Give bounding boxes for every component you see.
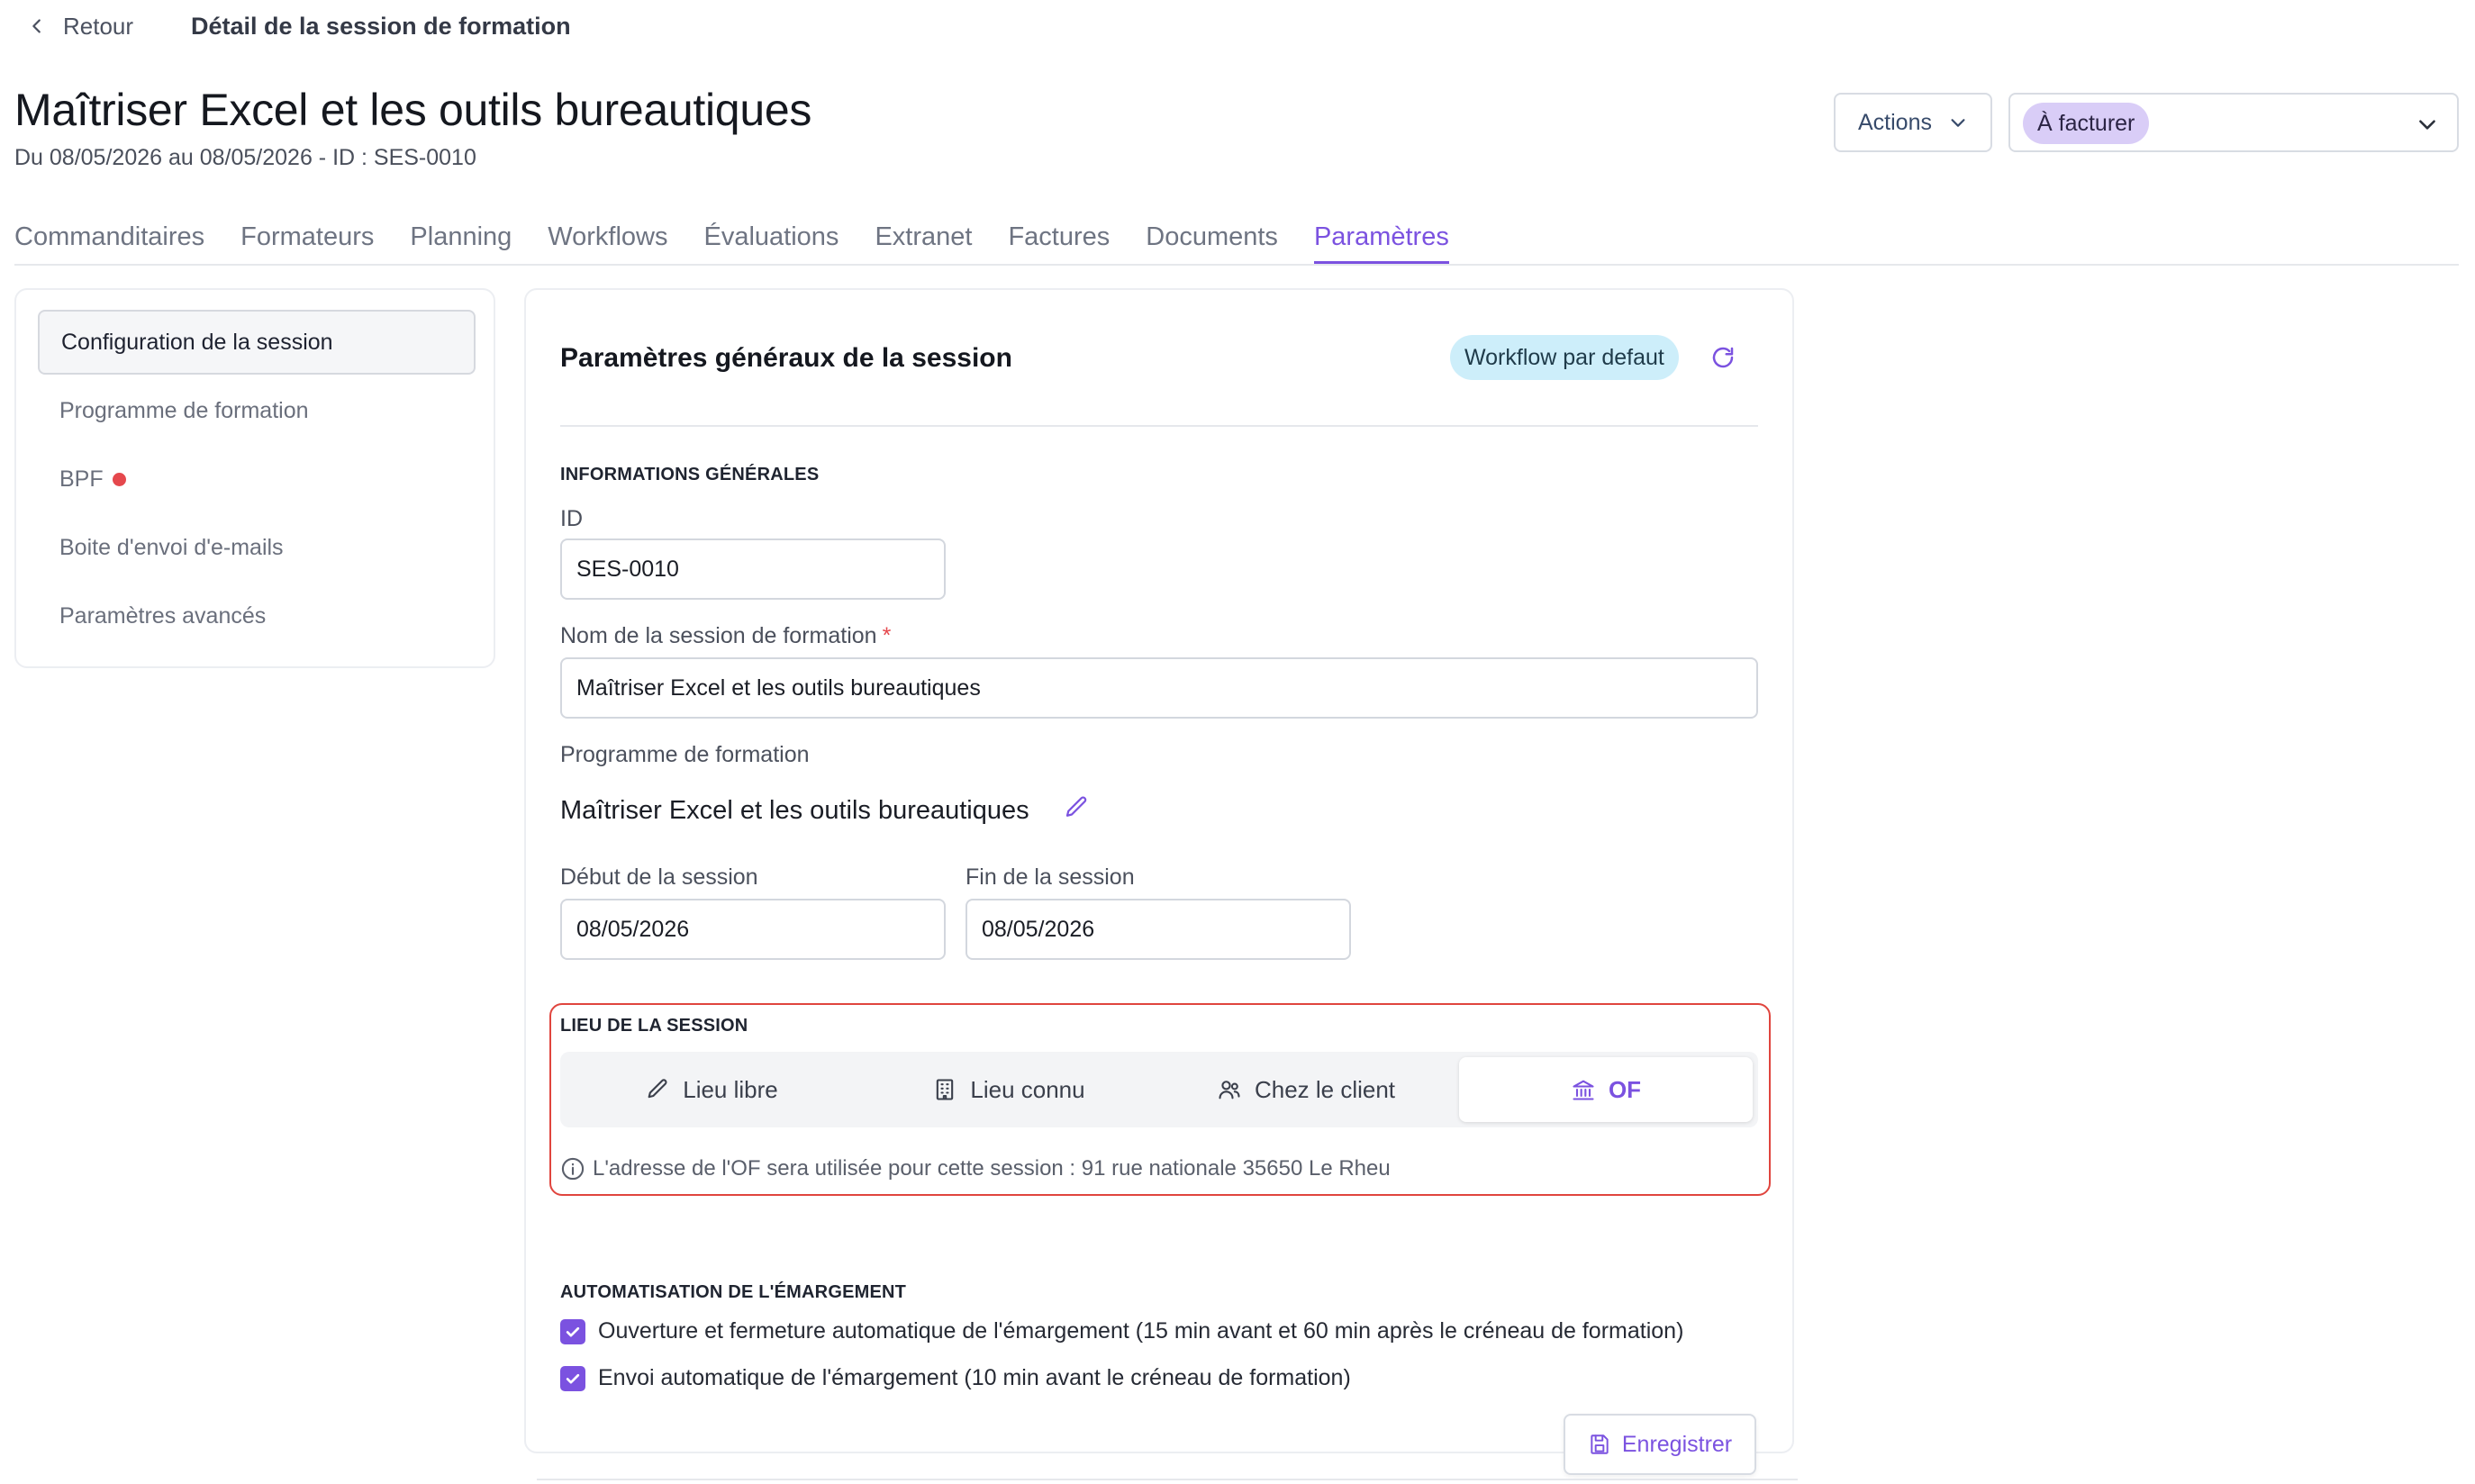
lieu-option-label: Chez le client xyxy=(1254,1075,1396,1103)
lieu-option-label: OF xyxy=(1608,1075,1642,1103)
end-date-field[interactable] xyxy=(966,899,1351,960)
start-date-label: Début de la session xyxy=(560,864,758,890)
tabs-divider xyxy=(14,264,2459,266)
building-icon xyxy=(937,1079,954,1100)
sidebar-item-configuration[interactable]: Configuration de la session xyxy=(38,310,476,375)
bottom-divider xyxy=(537,1479,1798,1480)
actions-label: Actions xyxy=(1858,109,1932,135)
sidebar-item-programme[interactable]: Programme de formation xyxy=(38,378,476,443)
info-icon xyxy=(561,1157,585,1181)
section-label-lieu: LIEU DE LA SESSION xyxy=(560,1016,748,1036)
sidebar-item-label: BPF xyxy=(59,466,104,492)
start-date-field[interactable] xyxy=(560,899,946,960)
lieu-info-text: L'adresse de l'OF sera utilisée pour cet… xyxy=(593,1156,1391,1181)
chevron-down-icon xyxy=(2419,120,2435,130)
tab-parametres[interactable]: Paramètres xyxy=(1313,216,1449,267)
checkbox-label: Ouverture et fermeture automatique de l'… xyxy=(598,1318,1684,1344)
chevron-down-icon xyxy=(1951,119,1965,127)
session-name-label-text: Nom de la session de formation xyxy=(560,623,877,648)
save-icon xyxy=(1591,1434,1609,1454)
lieu-option-libre[interactable]: Lieu libre xyxy=(566,1057,857,1122)
sidebar-item-label: Programme de formation xyxy=(59,397,309,423)
lieu-info: L'adresse de l'OF sera utilisée pour cet… xyxy=(560,1156,1391,1181)
back-link[interactable]: Retour xyxy=(27,11,133,41)
sidebar-item-bpf[interactable]: BPF xyxy=(38,447,476,511)
lieu-option-label: Lieu libre xyxy=(683,1075,778,1103)
refresh-icon[interactable] xyxy=(1709,344,1736,371)
workflow-badge: Workflow par defaut xyxy=(1450,335,1679,380)
breadcrumb-title: Détail de la session de formation xyxy=(191,13,571,40)
tab-documents[interactable]: Documents xyxy=(1146,216,1278,267)
auto-open-close-checkbox-row[interactable]: Ouverture et fermeture automatique de l'… xyxy=(560,1318,1683,1344)
tab-factures[interactable]: Factures xyxy=(1008,216,1110,267)
pencil-icon[interactable] xyxy=(1063,794,1090,821)
section-label-informations: INFORMATIONS GÉNÉRALES xyxy=(560,465,820,484)
tab-evaluations[interactable]: Évaluations xyxy=(704,216,839,267)
lieu-option-of[interactable]: OF xyxy=(1459,1057,1753,1122)
session-name-field[interactable] xyxy=(560,657,1758,719)
save-label: Enregistrer xyxy=(1621,1431,1733,1457)
end-date-label: Fin de la session xyxy=(966,864,1135,890)
tab-bar: Commanditaires Formateurs Planning Workf… xyxy=(14,216,1485,267)
section-label-automatisation: AUTOMATISATION DE L'ÉMARGEMENT xyxy=(560,1282,907,1302)
page-subtitle: Du 08/05/2026 au 08/05/2026 - ID : SES-0… xyxy=(14,145,476,170)
id-label: ID xyxy=(560,506,583,531)
status-badge: À facturer xyxy=(2023,103,2150,144)
lieu-option-client[interactable]: Chez le client xyxy=(1160,1057,1452,1122)
card-divider xyxy=(560,425,1758,427)
sidebar-item-advanced[interactable]: Paramètres avancés xyxy=(38,584,476,648)
alert-dot xyxy=(112,472,126,486)
users-icon xyxy=(1219,1081,1240,1099)
checkbox[interactable] xyxy=(560,1365,585,1391)
lieu-option-connu[interactable]: Lieu connu xyxy=(863,1057,1155,1122)
tab-planning[interactable]: Planning xyxy=(410,216,512,267)
sidebar-item-label: Configuration de la session xyxy=(61,329,333,355)
tab-commanditaires[interactable]: Commanditaires xyxy=(14,216,204,267)
checkbox[interactable] xyxy=(560,1318,585,1344)
program-value: Maîtriser Excel et les outils bureautiqu… xyxy=(560,796,1029,825)
chevron-left-icon xyxy=(32,19,41,33)
auto-send-checkbox-row[interactable]: Envoi automatique de l'émargement (10 mi… xyxy=(560,1365,1351,1391)
actions-button[interactable]: Actions xyxy=(1834,93,1992,152)
institution-icon xyxy=(1573,1080,1594,1100)
checkmark-icon xyxy=(566,1373,580,1383)
checkbox-label: Envoi automatique de l'émargement (10 mi… xyxy=(598,1365,1351,1390)
pencil-icon xyxy=(648,1079,667,1099)
tab-formateurs[interactable]: Formateurs xyxy=(240,216,374,267)
session-name-label: Nom de la session de formation * xyxy=(560,623,891,649)
back-label: Retour xyxy=(63,12,134,40)
sidebar-item-emails[interactable]: Boite d'envoi d'e-mails xyxy=(38,515,476,580)
settings-sidebar: Configuration de la session Programme de… xyxy=(14,288,495,668)
lieu-segmented-control: Lieu libre Lieu connu Chez le client OF xyxy=(560,1052,1758,1127)
page-title: Maîtriser Excel et les outils bureautiqu… xyxy=(14,85,812,135)
sidebar-item-label: Boite d'envoi d'e-mails xyxy=(59,534,284,560)
checkmark-icon xyxy=(566,1326,580,1336)
required-mark: * xyxy=(882,623,892,648)
tab-workflows[interactable]: Workflows xyxy=(548,216,667,267)
save-button[interactable]: Enregistrer xyxy=(1564,1414,1756,1475)
id-field[interactable] xyxy=(560,538,946,600)
tab-extranet[interactable]: Extranet xyxy=(875,216,972,267)
lieu-option-label: Lieu connu xyxy=(970,1075,1085,1103)
sidebar-item-label: Paramètres avancés xyxy=(59,602,267,629)
program-label: Programme de formation xyxy=(560,742,810,767)
card-title: Paramètres généraux de la session xyxy=(560,343,1012,373)
status-select[interactable]: À facturer xyxy=(2008,93,2459,152)
